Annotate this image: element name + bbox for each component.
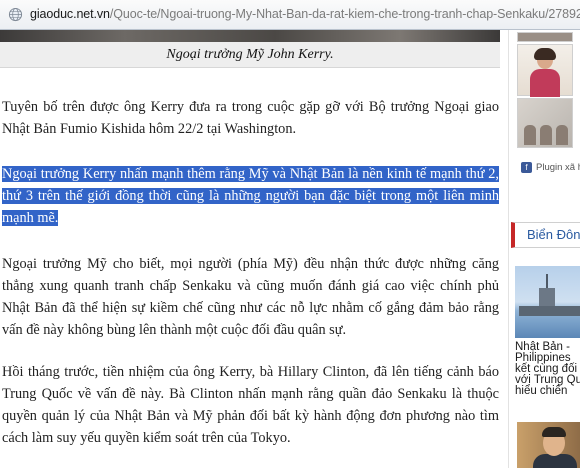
sidebar-section-header[interactable]: Biển Đôn (511, 222, 580, 248)
thumbnail-person (556, 125, 568, 145)
thumbnail-person (524, 125, 536, 145)
ship-hull (519, 306, 580, 316)
sidebar-news-image[interactable] (515, 266, 580, 338)
portrait-hair (542, 427, 566, 437)
photo-caption: Ngoại trưởng Mỹ John Kerry. (166, 47, 334, 62)
sidebar-section-title: Biển Đôn (527, 227, 580, 242)
paragraph-4: Hồi tháng trước, tiền nhiệm của ông Kerr… (2, 364, 499, 446)
sidebar-news-image-2[interactable] (517, 422, 580, 468)
right-sidebar: f Plugin xã h Biển Đôn Nhật Bản - Philipp… (508, 30, 580, 468)
photo-caption-box: Ngoại trưởng Mỹ John Kerry. (0, 42, 500, 68)
portrait-coat (533, 454, 577, 468)
sidebar-news-link[interactable]: Nhật Bản - Philippines kết cùng đối với … (515, 341, 580, 397)
paragraph-1: Tuyên bố trên được ông Kerry đưa ra tron… (2, 99, 499, 137)
thumbnail-person (540, 125, 552, 145)
thumbnail-hair (534, 48, 556, 60)
paragraph-2: Ngoại trưởng Kerry nhấn mạnh thêm rằng M… (2, 163, 499, 229)
highlighted-text: Ngoại trưởng Kerry nhấn mạnh thêm rằng M… (2, 166, 499, 226)
sidebar-thumbnail-woman[interactable] (517, 44, 573, 97)
sidebar-thumbnail[interactable] (517, 32, 573, 42)
social-plugin[interactable]: f Plugin xã h (521, 162, 580, 173)
globe-icon (8, 7, 23, 22)
plugin-label: Plugin xã h (536, 162, 580, 173)
url-text[interactable]: giaoduc.net.vn/Quoc-te/Ngoai-truong-My-N… (30, 7, 580, 21)
url-path: /Quoc-te/Ngoai-truong-My-Nhat-Ban-da-rat… (109, 7, 580, 21)
url-host: giaoduc.net.vn (30, 7, 110, 21)
address-bar[interactable]: giaoduc.net.vn/Quoc-te/Ngoai-truong-My-N… (0, 0, 580, 30)
sidebar-thumbnail-group[interactable] (517, 98, 573, 148)
article-photo (0, 30, 500, 42)
ship-tower (539, 288, 555, 306)
facebook-icon: f (521, 162, 532, 173)
news-line: hiểu chiến (515, 385, 568, 397)
article-body: Ngoại trưởng Mỹ John Kerry. Tuyên bố trê… (0, 30, 508, 468)
thumbnail-figure (530, 69, 560, 97)
paragraph-3: Ngoại trưởng Mỹ cho biết, mọi người (phí… (2, 256, 499, 338)
